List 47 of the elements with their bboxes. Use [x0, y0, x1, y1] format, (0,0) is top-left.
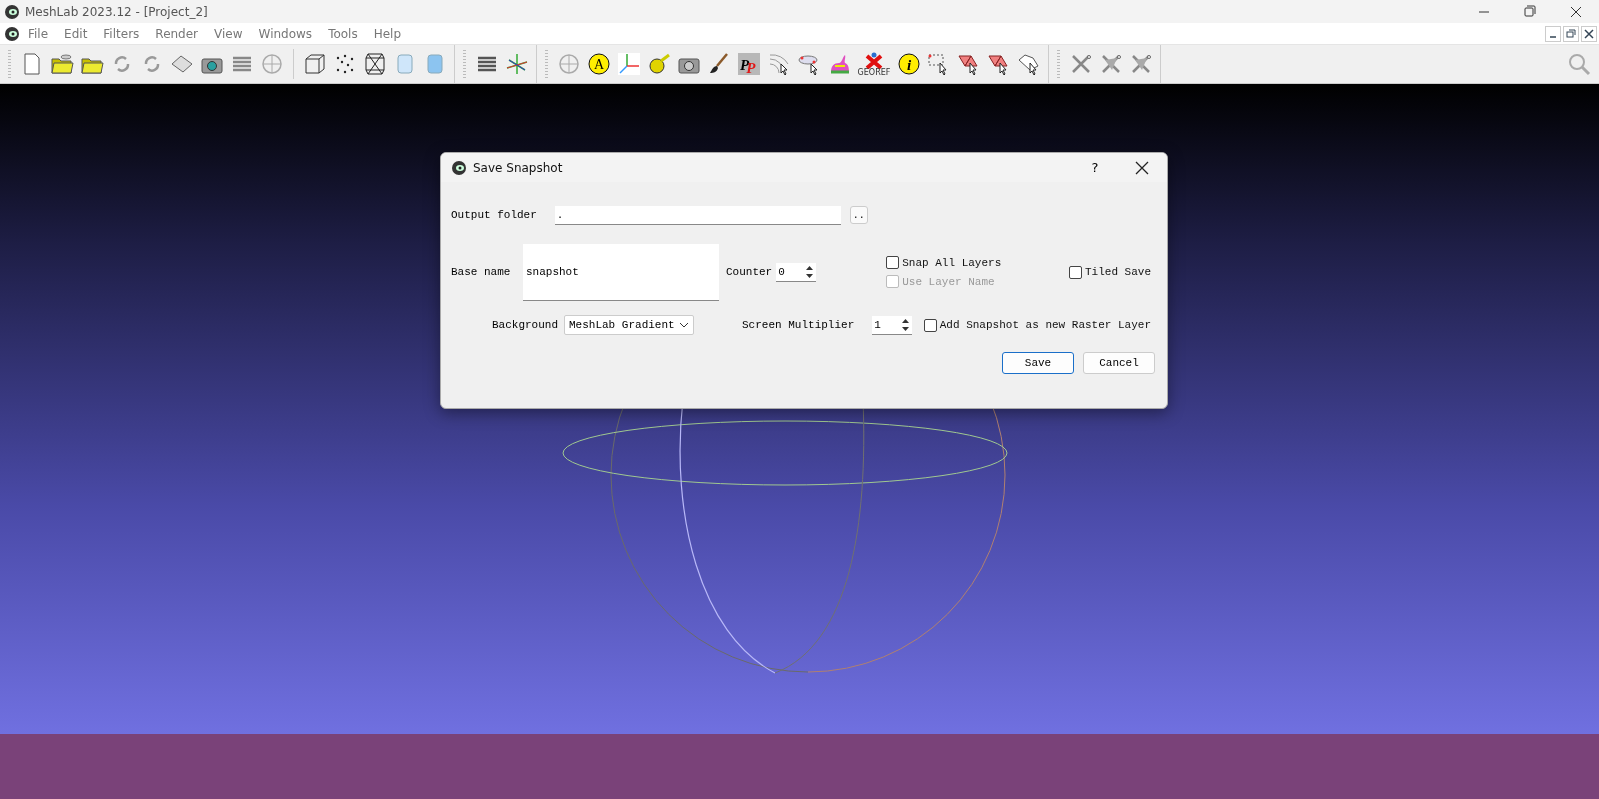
window-title: MeshLab 2023.12 - [Project_2] — [25, 4, 208, 19]
menu-item[interactable]: Filters — [95, 26, 148, 41]
menu-item[interactable]: Render — [147, 26, 207, 41]
field-label: Screen Multiplier — [742, 319, 855, 331]
dialog-title: Save Snapshot — [473, 160, 563, 175]
field-label: Base name — [451, 266, 512, 278]
help-button[interactable]: ? — [1085, 160, 1105, 175]
folder-stack-icon[interactable] — [49, 51, 75, 77]
browse-button[interactable]: .. — [849, 206, 868, 224]
counter-spinbox[interactable]: 0 — [776, 262, 817, 282]
base-name-field[interactable]: snapshot — [523, 243, 719, 301]
menu-item[interactable]: Windows — [250, 26, 321, 41]
app-logo-icon — [4, 3, 20, 20]
menu-item[interactable]: Tools — [320, 26, 366, 41]
background-dropdown[interactable]: MeshLab Gradient — [564, 315, 694, 335]
field-label: Output folder — [451, 209, 537, 221]
info-icon[interactable]: i — [896, 51, 922, 77]
spin-arrows-icon[interactable] — [901, 317, 911, 332]
checkbox[interactable] — [1069, 265, 1082, 279]
wireframe-cube-icon[interactable] — [302, 51, 328, 77]
chevron-down-icon — [679, 322, 689, 328]
axes-icon[interactable] — [616, 51, 642, 77]
minimize-icon[interactable] — [1545, 25, 1561, 42]
checkbox-label: Snap All Layers — [902, 256, 1002, 269]
spin-arrows-icon[interactable] — [805, 264, 815, 279]
app-logo-icon — [451, 159, 467, 176]
menu-item[interactable]: File — [20, 26, 57, 41]
checkbox-label: Tiled Save — [1085, 266, 1151, 278]
dialog-button[interactable]: Cancel — [1083, 352, 1155, 374]
menu-item[interactable]: Help — [365, 26, 410, 41]
field-label: Background — [492, 319, 558, 331]
letter-a-icon[interactable]: A — [586, 51, 612, 77]
menu-item[interactable]: View — [206, 26, 251, 41]
wireframe-mesh-icon[interactable] — [362, 51, 388, 77]
checkbox-label: Use Layer Name — [902, 275, 995, 288]
menu-item[interactable]: Edit — [56, 26, 96, 41]
document-logo-icon — [4, 25, 20, 42]
checkbox-label: Add Snapshot as new Raster Layer — [939, 319, 1151, 331]
pp-logo-icon[interactable]: PP — [736, 51, 762, 77]
dialog-button[interactable]: Save — [1002, 352, 1074, 374]
close-icon[interactable] — [1135, 160, 1149, 175]
output-folder-field[interactable]: . — [554, 205, 841, 225]
checkbox[interactable] — [923, 318, 937, 332]
axes-icon[interactable] — [504, 51, 530, 77]
field-label: Counter — [726, 266, 773, 278]
checkbox[interactable] — [886, 256, 900, 269]
screen-multiplier-spinbox[interactable]: 1 — [872, 315, 913, 335]
